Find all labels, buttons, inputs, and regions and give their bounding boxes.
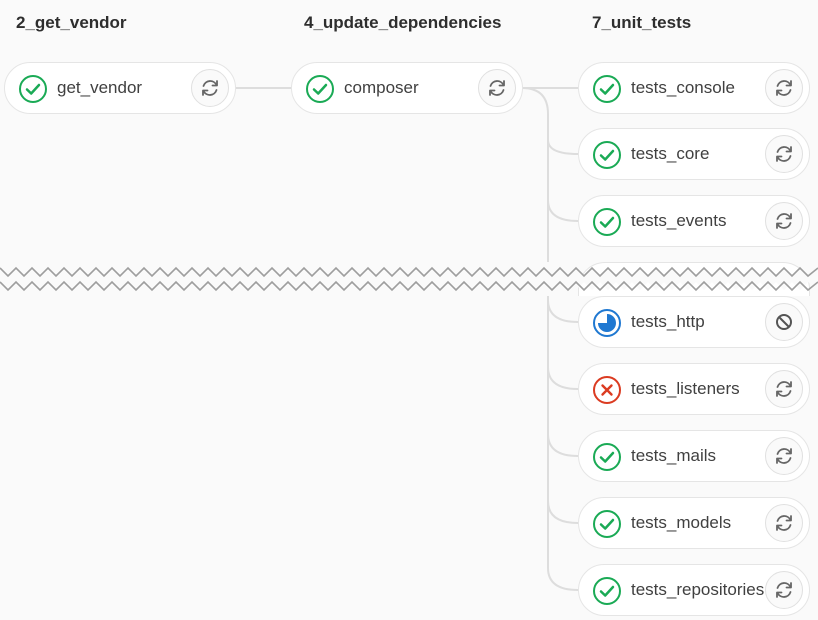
job-tests-listeners[interactable]: tests_listeners bbox=[578, 363, 810, 415]
job-composer[interactable]: composer bbox=[291, 62, 523, 114]
job-name: composer bbox=[344, 78, 419, 97]
success-icon bbox=[593, 141, 621, 169]
retry-icon bbox=[202, 80, 218, 96]
success-icon bbox=[593, 208, 621, 236]
job-name: tests_core bbox=[631, 144, 710, 163]
job-get-vendor[interactable]: get_vendor bbox=[4, 62, 236, 114]
job-tests-repositories[interactable]: tests_repositories bbox=[578, 564, 810, 616]
retry-icon bbox=[776, 448, 792, 464]
stage-title-unit-tests: 7_unit_tests bbox=[592, 13, 692, 32]
stage-title-get-vendor: 2_get_vendor bbox=[16, 13, 127, 32]
retry-icon bbox=[776, 582, 792, 598]
job-name: tests_http bbox=[631, 312, 705, 331]
retry-button[interactable] bbox=[765, 202, 803, 240]
retry-button[interactable] bbox=[765, 571, 803, 609]
success-icon bbox=[593, 510, 621, 538]
retry-button[interactable] bbox=[765, 437, 803, 475]
job-name: tests_events bbox=[631, 211, 727, 230]
retry-button[interactable] bbox=[765, 504, 803, 542]
job-name: tests_mails bbox=[631, 446, 717, 465]
retry-button[interactable] bbox=[765, 370, 803, 408]
retry-button[interactable] bbox=[765, 135, 803, 173]
job-tests-models[interactable]: tests_models bbox=[578, 497, 810, 549]
job-name: tests_console bbox=[631, 78, 735, 97]
retry-icon bbox=[776, 80, 792, 96]
success-icon bbox=[593, 443, 621, 471]
job-tests-http[interactable]: tests_http bbox=[578, 296, 810, 348]
retry-button[interactable] bbox=[765, 69, 803, 107]
success-icon bbox=[593, 75, 621, 103]
stage-title-update-dependencies: 4_update_dependencies bbox=[304, 13, 502, 32]
cancel-icon bbox=[776, 314, 792, 330]
job-tests-core[interactable]: tests_core bbox=[578, 128, 810, 180]
job-tests-mails[interactable]: tests_mails bbox=[578, 430, 810, 482]
job-name: get_vendor bbox=[57, 78, 143, 97]
retry-icon bbox=[489, 80, 505, 96]
success-icon bbox=[593, 577, 621, 605]
retry-icon bbox=[776, 381, 792, 397]
job-name: tests_listeners bbox=[631, 379, 740, 398]
job-name: tests_models bbox=[631, 513, 732, 532]
success-icon bbox=[19, 75, 47, 103]
retry-icon bbox=[776, 146, 792, 162]
retry-button[interactable] bbox=[478, 69, 516, 107]
job-tests-console[interactable]: tests_console bbox=[578, 62, 810, 114]
retry-icon bbox=[776, 515, 792, 531]
running-icon bbox=[593, 309, 621, 337]
job-tests-events[interactable]: tests_events bbox=[578, 195, 810, 247]
job-name: tests_repositories bbox=[631, 580, 765, 599]
torn-edge-divider bbox=[0, 266, 818, 292]
failed-icon bbox=[593, 376, 621, 404]
retry-icon bbox=[776, 213, 792, 229]
cancel-button[interactable] bbox=[765, 303, 803, 341]
success-icon bbox=[306, 75, 334, 103]
retry-button[interactable] bbox=[191, 69, 229, 107]
